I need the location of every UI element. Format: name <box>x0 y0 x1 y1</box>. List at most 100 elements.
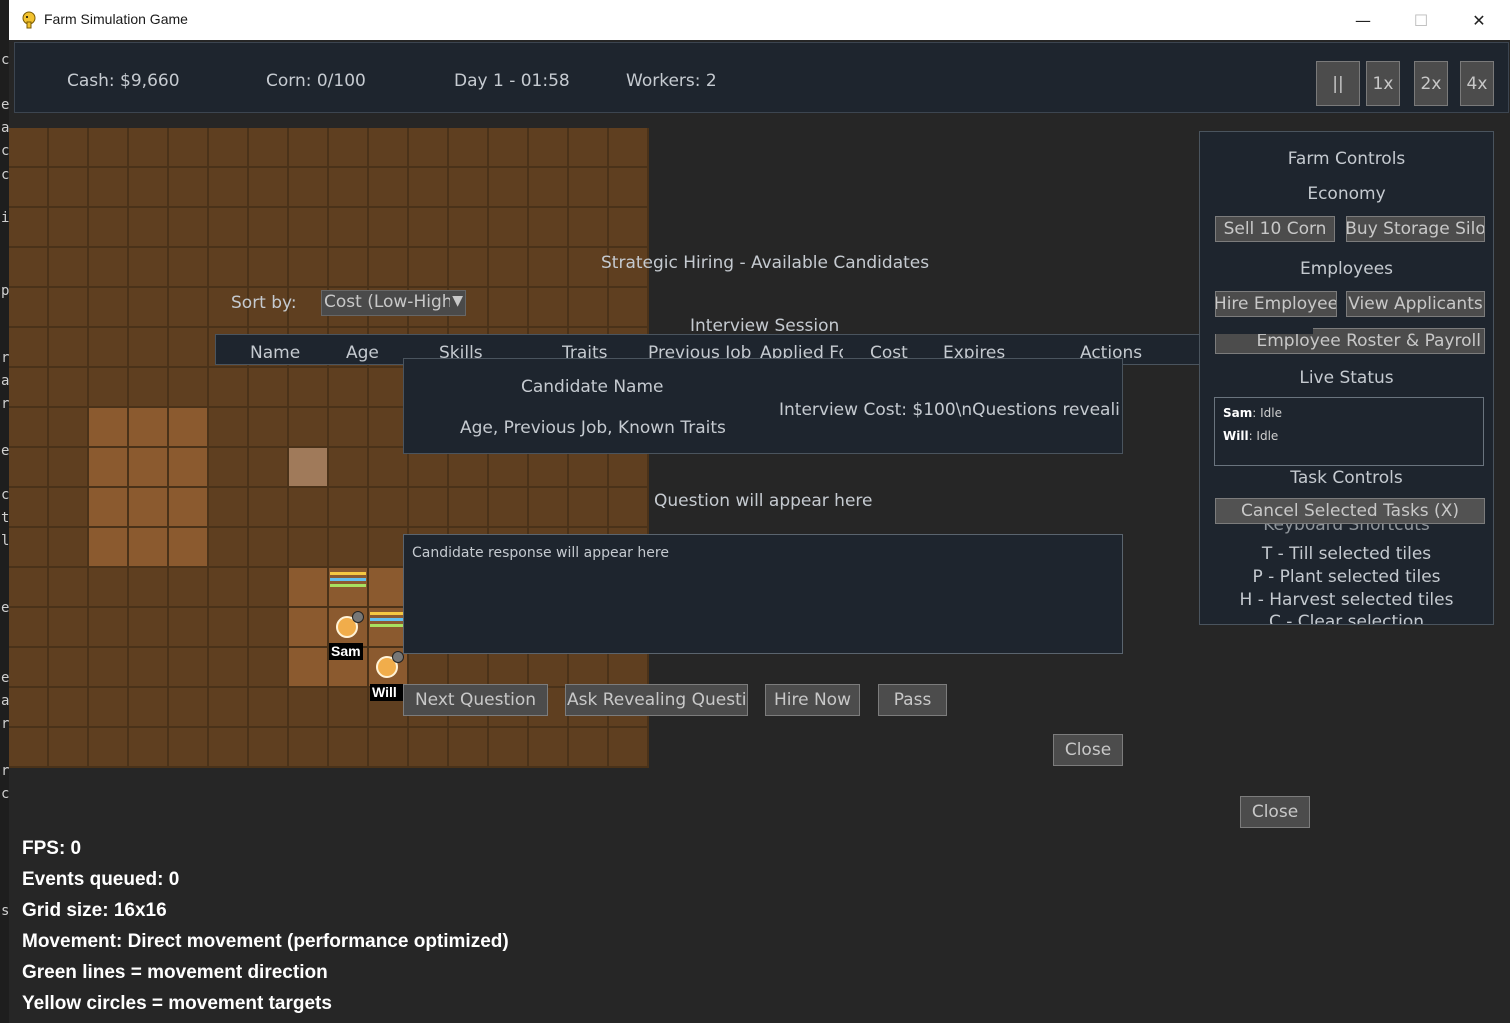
farm-tile[interactable] <box>249 688 289 728</box>
maximize-button[interactable]: ☐ <box>1392 0 1450 40</box>
farm-tile[interactable] <box>289 408 329 448</box>
farm-tile-tilled[interactable] <box>89 488 129 528</box>
farm-tile[interactable] <box>129 368 169 408</box>
farm-tile[interactable] <box>369 248 409 288</box>
farm-tile[interactable] <box>9 728 49 768</box>
farm-tile[interactable] <box>89 728 129 768</box>
farm-tile[interactable] <box>169 248 209 288</box>
farm-tile[interactable] <box>249 208 289 248</box>
farm-tile[interactable] <box>209 568 249 608</box>
farm-tile[interactable] <box>329 368 369 408</box>
farm-tile[interactable] <box>129 128 169 168</box>
farm-tile[interactable] <box>209 368 249 408</box>
farm-tile[interactable] <box>369 728 409 768</box>
farm-tile[interactable] <box>569 208 609 248</box>
farm-tile[interactable] <box>9 608 49 648</box>
farm-tile-tilled[interactable] <box>129 528 169 568</box>
farm-tile[interactable] <box>9 648 49 688</box>
farm-tile[interactable] <box>169 368 209 408</box>
farm-tile[interactable] <box>409 168 449 208</box>
farm-tile[interactable] <box>49 208 89 248</box>
farm-tile[interactable] <box>329 448 369 488</box>
farm-tile[interactable] <box>209 408 249 448</box>
farm-tile[interactable] <box>249 128 289 168</box>
farm-tile[interactable] <box>169 608 209 648</box>
farm-tile[interactable] <box>249 528 289 568</box>
farm-tile[interactable] <box>529 488 569 528</box>
farm-tile[interactable] <box>609 168 649 208</box>
farm-tile[interactable] <box>9 328 49 368</box>
farm-tile[interactable] <box>289 488 329 528</box>
farm-tile[interactable] <box>529 128 569 168</box>
close-hiring-button[interactable]: Close <box>1240 796 1310 828</box>
farm-tile[interactable] <box>489 168 529 208</box>
farm-tile[interactable] <box>249 488 289 528</box>
farm-tile[interactable] <box>409 728 449 768</box>
farm-tile[interactable] <box>329 488 369 528</box>
farm-tile[interactable] <box>249 448 289 488</box>
farm-tile[interactable] <box>209 648 249 688</box>
farm-tile[interactable] <box>489 648 529 688</box>
farm-tile[interactable] <box>329 168 369 208</box>
farm-tile[interactable] <box>9 528 49 568</box>
farm-tile[interactable] <box>489 248 529 288</box>
farm-tile[interactable] <box>49 688 89 728</box>
farm-tile[interactable] <box>209 688 249 728</box>
cancel-selected-tasks-button[interactable]: Cancel Selected Tasks (X) <box>1215 498 1485 524</box>
farm-tile[interactable] <box>169 128 209 168</box>
farm-tile[interactable] <box>9 368 49 408</box>
sort-dropdown[interactable]: Cost (Low-High) ▼ <box>321 290 466 316</box>
farm-tile[interactable] <box>289 248 329 288</box>
farm-tile[interactable] <box>89 688 129 728</box>
farm-tile[interactable] <box>89 608 129 648</box>
farm-tile[interactable] <box>209 728 249 768</box>
farm-tile[interactable] <box>449 488 489 528</box>
farm-tile[interactable] <box>249 608 289 648</box>
farm-tile[interactable] <box>49 728 89 768</box>
farm-tile[interactable] <box>89 128 129 168</box>
farm-tile[interactable] <box>409 648 449 688</box>
farm-tile[interactable] <box>529 648 569 688</box>
farm-tile[interactable] <box>169 328 209 368</box>
farm-tile[interactable] <box>49 288 89 328</box>
farm-tile[interactable] <box>209 168 249 208</box>
farm-tile[interactable] <box>129 568 169 608</box>
farm-tile[interactable] <box>129 688 169 728</box>
farm-tile[interactable] <box>449 128 489 168</box>
farm-tile-tilled[interactable] <box>169 488 209 528</box>
farm-tile[interactable] <box>209 248 249 288</box>
farm-tile[interactable] <box>569 128 609 168</box>
farm-tile[interactable] <box>49 608 89 648</box>
farm-tile[interactable] <box>569 168 609 208</box>
pass-button[interactable]: Pass <box>878 684 947 716</box>
farm-tile[interactable] <box>89 368 129 408</box>
farm-tile[interactable] <box>89 568 129 608</box>
buy-storage-silo-button[interactable]: Buy Storage Silo <box>1346 216 1485 242</box>
farm-tile[interactable] <box>9 248 49 288</box>
farm-tile[interactable] <box>409 448 449 488</box>
farm-tile[interactable] <box>9 488 49 528</box>
farm-tile[interactable] <box>249 368 289 408</box>
farm-tile[interactable] <box>9 568 49 608</box>
farm-tile[interactable] <box>569 648 609 688</box>
ask-revealing-question-button[interactable]: Ask Revealing Question <box>565 684 748 716</box>
farm-tile[interactable] <box>449 448 489 488</box>
farm-tile-selected[interactable] <box>289 448 329 488</box>
farm-tile[interactable] <box>289 368 329 408</box>
farm-tile[interactable] <box>569 728 609 768</box>
farm-tile[interactable] <box>169 648 209 688</box>
farm-tile[interactable] <box>409 248 449 288</box>
farm-tile[interactable] <box>529 208 569 248</box>
farm-tile[interactable] <box>249 168 289 208</box>
farm-tile-tilled[interactable] <box>129 408 169 448</box>
farm-tile[interactable] <box>169 568 209 608</box>
farm-tile[interactable] <box>569 288 609 328</box>
farm-tile[interactable] <box>9 288 49 328</box>
farm-tile-tilled[interactable] <box>289 608 329 648</box>
farm-tile[interactable] <box>9 128 49 168</box>
farm-tile[interactable] <box>89 288 129 328</box>
farm-tile[interactable] <box>489 208 529 248</box>
farm-tile[interactable] <box>129 648 169 688</box>
farm-tile[interactable] <box>529 168 569 208</box>
speed-2x-button[interactable]: 2x <box>1414 61 1448 106</box>
